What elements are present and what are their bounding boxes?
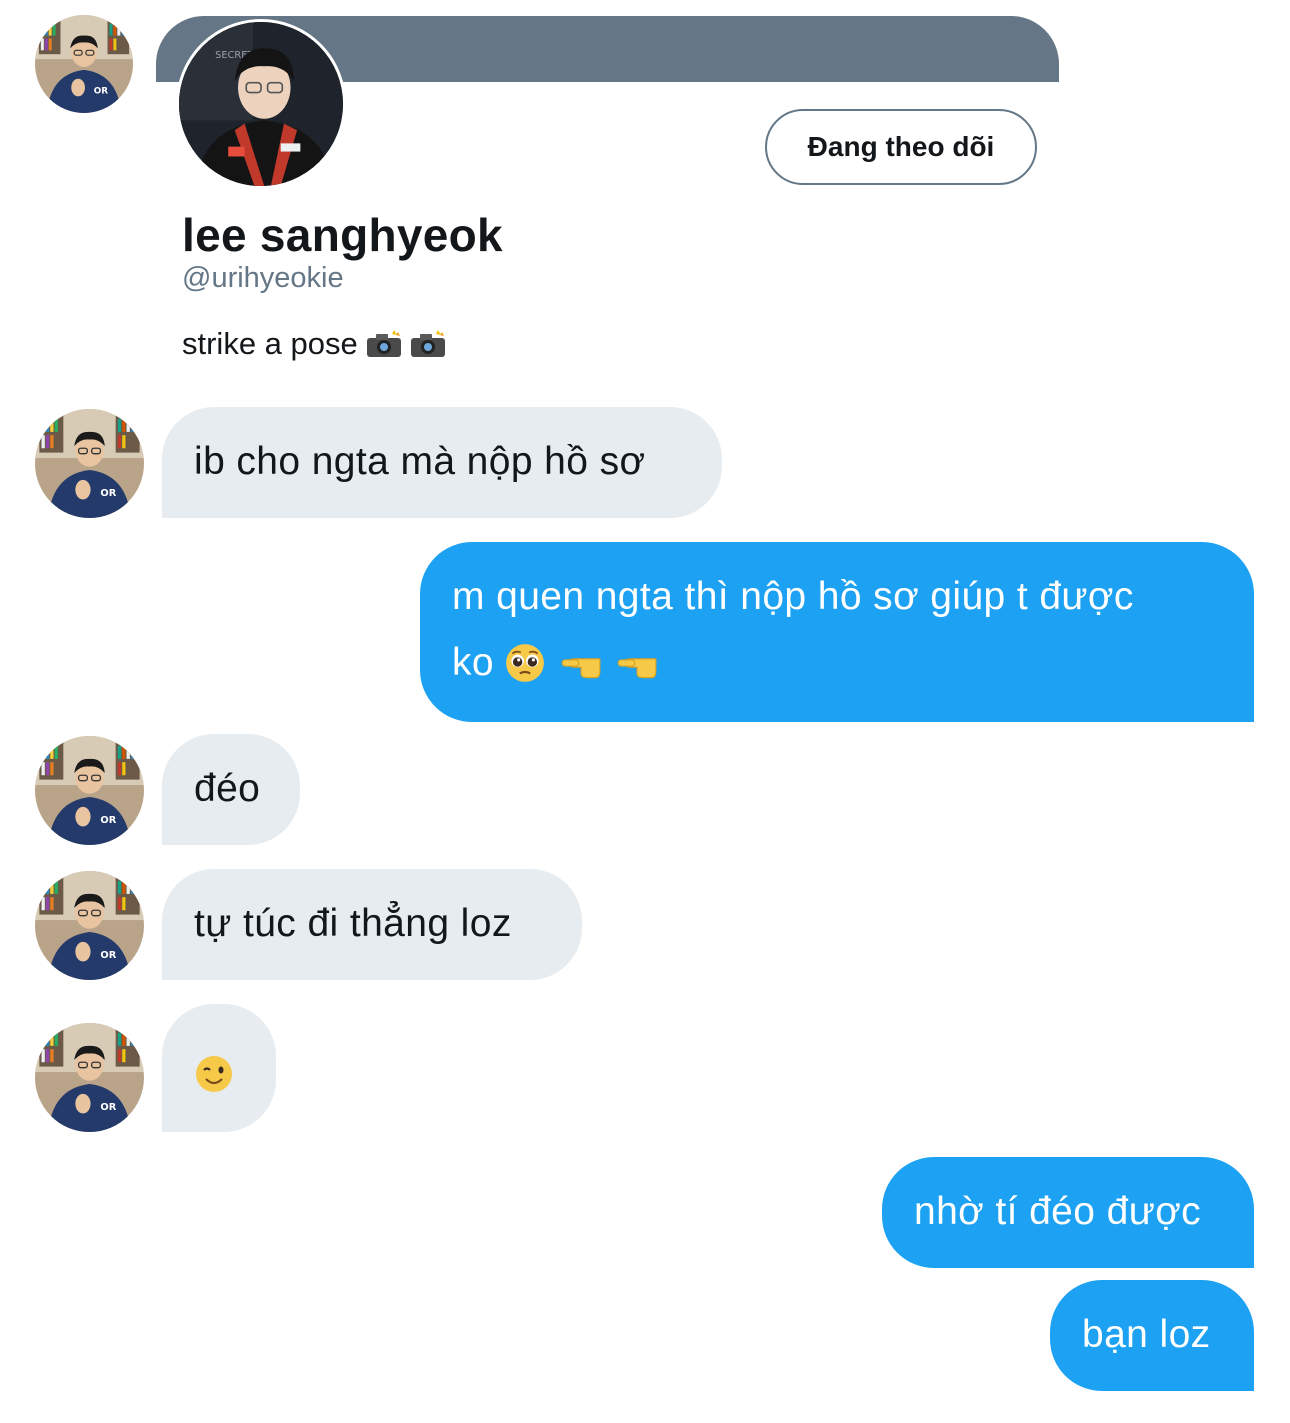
message-bubble-sent[interactable]: nhờ tí đéo được <box>882 1157 1254 1268</box>
message-bubble-sent[interactable]: bạn loz <box>1050 1280 1254 1391</box>
profile-handle[interactable]: @urihyeokie <box>182 262 344 295</box>
sender-avatar[interactable] <box>35 736 144 845</box>
profile-avatar[interactable]: SECRET <box>176 19 346 189</box>
camera-flash-icon <box>366 330 402 358</box>
camera-flash-icon <box>410 330 446 358</box>
profile-name: lee sanghyeok <box>182 209 503 261</box>
message-text-line2: ko <box>452 630 1222 696</box>
message-text: tự túc đi thẳng loz <box>194 902 512 945</box>
sender-avatar[interactable] <box>35 871 144 980</box>
message-text: ko <box>452 641 494 684</box>
message-bubble-sent[interactable]: m quen ngta thì nộp hồ sơ giúp t được ko <box>420 542 1254 722</box>
message-text: nhờ tí đéo được <box>914 1190 1202 1233</box>
pleading-face-icon <box>506 644 544 682</box>
winking-face-icon <box>196 1056 232 1092</box>
message-bubble-received[interactable] <box>162 1004 276 1132</box>
message-text: đéo <box>194 767 261 810</box>
message-bubble-received[interactable]: tự túc đi thẳng loz <box>162 869 582 980</box>
message-text-line1: m quen ngta thì nộp hồ sơ giúp t được <box>452 575 1134 618</box>
sender-avatar[interactable] <box>35 409 144 518</box>
bio-text: strike a pose <box>182 326 358 361</box>
pointing-left-icon <box>561 658 601 679</box>
message-text: bạn loz <box>1082 1313 1211 1356</box>
pointing-left-icon <box>617 658 657 679</box>
message-bubble-received[interactable]: đéo <box>162 734 300 845</box>
sender-avatar[interactable] <box>35 1023 144 1132</box>
following-button[interactable]: Đang theo dõi <box>765 109 1037 185</box>
sender-avatar[interactable] <box>35 15 133 113</box>
message-bubble-received[interactable]: ib cho ngta mà nộp hồ sơ <box>162 407 722 518</box>
profile-bio: strike a pose <box>182 326 446 362</box>
message-text: ib cho ngta mà nộp hồ sơ <box>194 440 646 483</box>
